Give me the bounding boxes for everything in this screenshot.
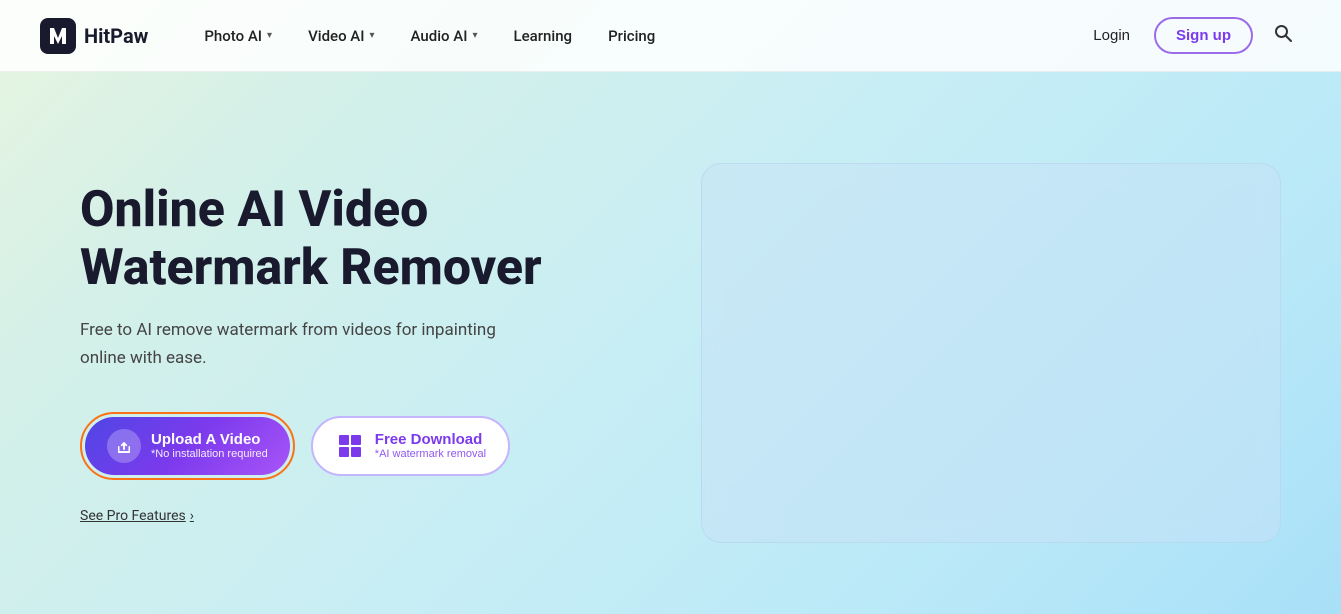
- signup-button[interactable]: Sign up: [1154, 17, 1253, 54]
- search-icon: [1273, 23, 1293, 43]
- nav-links: Photo AI ▾ Video AI ▾ Audio AI ▾ Learnin…: [188, 19, 1081, 53]
- hero-section: Online AI Video Watermark Remover Free t…: [0, 72, 1341, 614]
- download-button-label: Free Download: [375, 431, 483, 448]
- hero-left: Online AI Video Watermark Remover Free t…: [80, 182, 660, 523]
- video-preview-area: [701, 163, 1281, 543]
- hero-buttons: Upload A Video *No installation required: [80, 412, 660, 480]
- chevron-down-icon: ▾: [267, 30, 272, 41]
- chevron-down-icon: ▾: [472, 30, 477, 41]
- upload-button-wrapper: Upload A Video *No installation required: [80, 412, 295, 480]
- nav-item-learning[interactable]: Learning: [498, 19, 589, 53]
- hero-right: [660, 163, 1281, 543]
- hero-title: Online AI Video Watermark Remover: [80, 182, 660, 297]
- nav-item-audio-ai[interactable]: Audio AI ▾: [395, 19, 494, 53]
- brand-name: HitPaw: [84, 24, 148, 48]
- windows-icon: [335, 431, 365, 461]
- nav-item-photo-ai[interactable]: Photo AI ▾: [188, 19, 288, 53]
- logo-icon: [40, 18, 76, 54]
- logo[interactable]: HitPaw: [40, 18, 148, 54]
- chevron-down-icon: ▾: [370, 30, 375, 41]
- upload-video-button[interactable]: Upload A Video *No installation required: [85, 417, 290, 475]
- navbar: HitPaw Photo AI ▾ Video AI ▾ Audio AI ▾ …: [0, 0, 1341, 72]
- search-button[interactable]: [1265, 15, 1301, 56]
- download-button-sublabel: *AI watermark removal: [375, 448, 486, 460]
- upload-button-sublabel: *No installation required: [151, 448, 268, 460]
- see-pro-features-link[interactable]: See Pro Features ›: [80, 508, 194, 524]
- nav-right: Login Sign up: [1081, 15, 1301, 56]
- nav-item-pricing[interactable]: Pricing: [592, 19, 671, 53]
- upload-button-label: Upload A Video: [151, 431, 260, 448]
- login-button[interactable]: Login: [1081, 19, 1142, 52]
- hero-subtitle: Free to AI remove watermark from videos …: [80, 317, 520, 371]
- nav-item-video-ai[interactable]: Video AI ▾: [292, 19, 390, 53]
- upload-icon: [107, 429, 141, 463]
- free-download-button[interactable]: Free Download *AI watermark removal: [311, 416, 510, 476]
